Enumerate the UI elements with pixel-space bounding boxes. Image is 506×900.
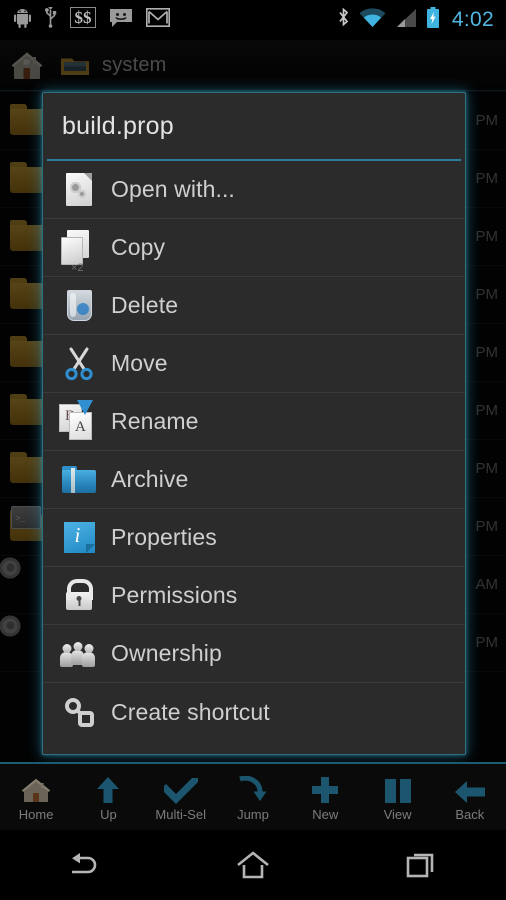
nav-recents-icon[interactable] — [392, 842, 452, 888]
wifi-icon — [359, 7, 386, 33]
arrow-up-icon — [95, 774, 121, 804]
properties-info-icon: i — [57, 516, 101, 560]
menu-item-label: Ownership — [111, 640, 222, 666]
gmail-icon — [146, 8, 170, 32]
toolbar-item-label: Up — [100, 806, 117, 822]
messaging-smiley-icon — [109, 8, 133, 33]
toolbar-item-home[interactable]: Home — [0, 771, 72, 822]
archive-zip-folder-icon — [57, 458, 101, 502]
toolbar-item-label: New — [312, 806, 339, 822]
status-bar-left-icons: $$ — [0, 7, 170, 33]
menu-item-label: Rename — [111, 408, 199, 434]
menu-item-label: Open with... — [111, 176, 235, 202]
android-screen: $$ 4:02 >_ build.prop Open with... ×2 Co… — [0, 0, 506, 900]
jump-arrow-icon — [238, 774, 268, 804]
cell-signal-icon — [395, 8, 417, 33]
status-bar-clock: 4:02 — [451, 8, 494, 31]
toolbar-item-label: Multi-Sel — [155, 806, 206, 822]
ownership-people-icon — [57, 632, 101, 676]
menu-item-label: Copy — [111, 234, 166, 260]
toolbar-item-new[interactable]: New — [289, 771, 361, 822]
menu-item-permissions[interactable]: Permissions — [43, 567, 465, 625]
menu-item-delete[interactable]: Delete — [43, 277, 465, 335]
menu-item-label: Properties — [111, 524, 217, 550]
menu-item-create-shortcut[interactable]: Create shortcut — [43, 683, 465, 741]
bottom-toolbar: Home Up Multi-Sel Jump New View Back — [0, 762, 506, 830]
menu-item-label: Move — [111, 350, 168, 376]
home-icon — [21, 774, 51, 804]
dollar-dollar-icon: $$ — [70, 7, 96, 33]
dialog-title: build.prop — [43, 93, 465, 159]
menu-item-label: Delete — [111, 292, 179, 318]
menu-item-ownership[interactable]: Ownership — [43, 625, 465, 683]
menu-item-move[interactable]: Move — [43, 335, 465, 393]
menu-item-open-with[interactable]: Open with... — [43, 161, 465, 219]
permissions-lock-icon — [57, 574, 101, 618]
bluetooth-icon — [337, 7, 350, 33]
toolbar-item-view[interactable]: View — [361, 771, 433, 822]
move-scissors-icon — [57, 342, 101, 386]
menu-item-properties[interactable]: i Properties — [43, 509, 465, 567]
dialog-title-text: build.prop — [62, 111, 174, 140]
nav-back-icon[interactable] — [54, 842, 114, 888]
toolbar-item-multi-sel[interactable]: Multi-Sel — [145, 771, 217, 822]
battery-charging-icon — [426, 6, 440, 34]
toolbar-item-back[interactable]: Back — [434, 771, 506, 822]
arrow-left-icon — [454, 774, 486, 804]
menu-item-label: Create shortcut — [111, 698, 270, 725]
status-bar-right-icons: 4:02 — [337, 6, 506, 34]
usb-icon — [44, 7, 57, 33]
svg-text:$$: $$ — [75, 8, 93, 27]
toolbar-item-label: Back — [455, 806, 485, 822]
toolbar-item-up[interactable]: Up — [72, 771, 144, 822]
toolbar-item-label: Jump — [237, 806, 269, 822]
menu-item-archive[interactable]: Archive — [43, 451, 465, 509]
android-robot-icon — [14, 8, 31, 33]
menu-item-label: Permissions — [111, 582, 238, 608]
toolbar-item-jump[interactable]: Jump — [217, 771, 289, 822]
menu-item-copy[interactable]: ×2 Copy — [43, 219, 465, 277]
status-bar: $$ 4:02 — [0, 0, 506, 40]
checkmark-icon — [163, 774, 198, 804]
system-nav-bar — [0, 830, 506, 900]
nav-home-icon[interactable] — [223, 842, 283, 888]
file-context-menu-dialog: build.prop Open with... ×2 Copy Delete M… — [42, 92, 466, 755]
toolbar-item-label: View — [383, 806, 412, 822]
menu-item-rename[interactable]: Rename — [43, 393, 465, 451]
open-with-icon — [57, 168, 101, 212]
context-menu-list: Open with... ×2 Copy Delete Move B A Ren… — [43, 161, 465, 754]
menu-item-label: Archive — [111, 466, 189, 492]
copy-icon: ×2 — [57, 226, 101, 274]
rename-icon — [57, 399, 101, 444]
delete-trash-icon — [57, 284, 101, 328]
create-shortcut-link-icon — [57, 690, 101, 734]
view-grid-icon — [384, 774, 412, 804]
toolbar-item-label: Home — [18, 806, 54, 822]
plus-icon — [311, 774, 339, 804]
